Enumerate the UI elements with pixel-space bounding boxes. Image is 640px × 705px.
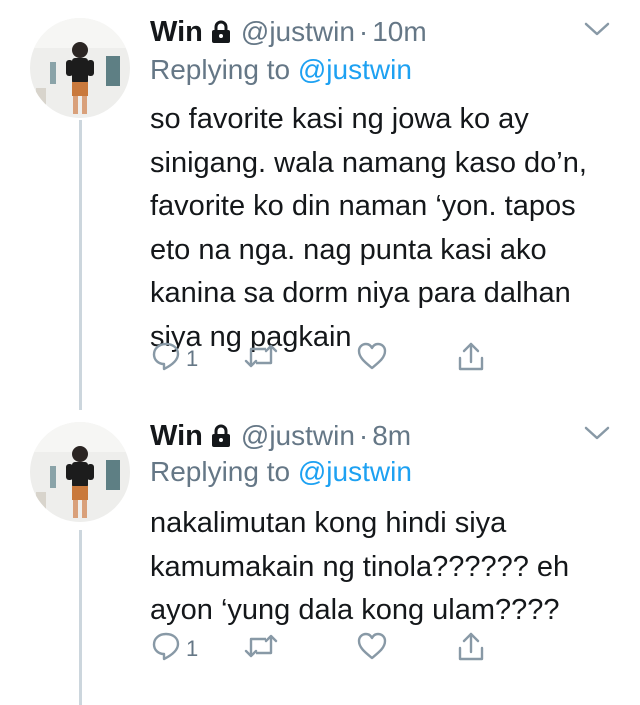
replying-to-handle[interactable]: @justwin [298, 54, 412, 85]
avatar-photo [30, 422, 130, 522]
tweet[interactable]: Win @justwin · 8m Replying to @justwin n… [0, 420, 640, 705]
share-button[interactable] [455, 340, 487, 379]
tweet-text: nakalimutan kong hindi siya kamumakain n… [150, 502, 620, 633]
display-name[interactable]: Win [150, 16, 203, 49]
tweet-text-line: sinigang. wala namang kaso do’n, [150, 146, 587, 179]
reply-count: 1 [186, 635, 199, 661]
tweet-text-line: kanina sa dorm niya para dalhan [150, 277, 571, 309]
reply-icon [150, 630, 182, 667]
like-button[interactable] [355, 340, 389, 377]
reply-icon [150, 340, 182, 377]
replying-to: Replying to @justwin [150, 456, 412, 488]
replying-to: Replying to @justwin [150, 54, 412, 86]
share-button[interactable] [455, 630, 487, 669]
replying-to-label: Replying to [150, 456, 291, 487]
retweet-icon [243, 340, 279, 377]
tweet-actions: 1 [150, 340, 620, 380]
avatar[interactable] [30, 422, 130, 522]
retweet-icon [243, 630, 279, 667]
tweet-header: Win @justwin · 8m [150, 414, 411, 458]
chevron-down-icon[interactable] [582, 424, 612, 449]
lock-icon [210, 424, 232, 448]
share-icon [455, 340, 487, 379]
tweet-actions: 1 [150, 630, 620, 670]
tweet-text-line: favorite ko din naman ‘yon. tapos [150, 190, 576, 222]
tweet-text-line: eto na nga. nag punta kasi ako [150, 233, 547, 266]
heart-icon [355, 630, 389, 667]
display-name[interactable]: Win [150, 420, 203, 453]
tweet-text-line: ayon ‘yung dala kong ulam???? [150, 594, 560, 626]
reply-button[interactable]: 1 [150, 340, 198, 377]
share-icon [455, 630, 487, 669]
separator-dot: · [358, 420, 369, 451]
chevron-down-icon[interactable] [582, 20, 612, 45]
tweet-text-line: nakalimutan kong hindi siya [150, 507, 507, 539]
tweet-text: so favorite kasi ng jowa ko ay sinigang.… [150, 98, 620, 359]
retweet-button[interactable] [243, 630, 279, 667]
tweet-header: Win @justwin · 10m [150, 10, 427, 54]
user-handle[interactable]: @justwin [241, 420, 355, 452]
user-handle[interactable]: @justwin [241, 16, 355, 48]
timestamp[interactable]: 10m [372, 16, 426, 48]
timestamp[interactable]: 8m [372, 420, 411, 452]
tweet[interactable]: Win @justwin · 10m Replying to @justwin … [0, 10, 640, 390]
like-button[interactable] [355, 630, 389, 667]
tweet-text-line: kamumakain ng tinola?????? eh [150, 550, 570, 583]
avatar[interactable] [30, 18, 130, 118]
heart-icon [355, 340, 389, 377]
reply-count: 1 [186, 345, 199, 371]
lock-icon [210, 20, 232, 44]
replying-to-handle[interactable]: @justwin [298, 456, 412, 487]
reply-button[interactable]: 1 [150, 630, 198, 667]
replying-to-label: Replying to [150, 54, 291, 85]
tweet-text-line: so favorite kasi ng jowa ko ay [150, 103, 529, 135]
separator-dot: · [358, 16, 369, 47]
avatar-photo [30, 18, 130, 118]
retweet-button[interactable] [243, 340, 279, 377]
